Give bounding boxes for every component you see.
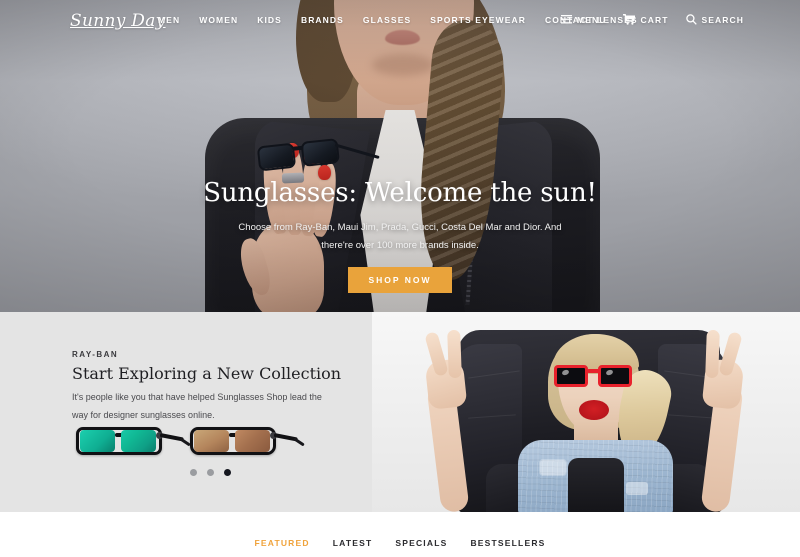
cart-icon xyxy=(623,14,636,25)
carousel-dot-2[interactable] xyxy=(207,469,214,476)
promo-eyebrow: RAY-BAN xyxy=(72,350,119,359)
model2-black-top xyxy=(568,458,624,512)
model2-red-sunglasses xyxy=(554,362,638,392)
nav-item-sports-eyewear[interactable]: SPORTS EYEWEAR xyxy=(430,15,526,25)
search-button-label: SEARCH xyxy=(701,14,744,25)
carousel-dots xyxy=(190,469,231,476)
search-button[interactable]: SEARCH xyxy=(685,14,745,25)
promo-body: It's people like you that have helped Su… xyxy=(72,392,322,420)
site-logo[interactable]: Sunny Day xyxy=(70,11,166,31)
cart-button-label: CART xyxy=(640,14,669,25)
red-sunglasses-lens-right xyxy=(598,365,632,387)
sunglasses-temple-tip xyxy=(293,437,305,447)
hero-title: Sunglasses: Welcome the sun! xyxy=(203,178,597,208)
product-tabs-bar: FEATURED LATEST SPECIALS BESTSELLERS xyxy=(0,512,800,557)
carousel-dot-3[interactable] xyxy=(224,469,231,476)
promo-title: Start Exploring a New Collection xyxy=(72,364,342,383)
denim-distress-patch xyxy=(626,482,648,495)
product-sunglasses-copper-lens[interactable] xyxy=(190,424,305,462)
top-navigation-bar: Sunny Day MEN WOMEN KIDS BRANDS GLASSES … xyxy=(0,0,800,44)
tab-specials[interactable]: SPECIALS xyxy=(395,538,447,548)
promo-photo-panel xyxy=(372,312,800,512)
promo-text-panel: RAY-BAN Start Exploring a New Collection… xyxy=(0,312,372,512)
peace-sign-finger xyxy=(705,329,720,379)
nav-item-glasses[interactable]: GLASSES xyxy=(363,15,411,25)
denim-distress-patch xyxy=(540,460,566,475)
peace-sign-finger xyxy=(447,329,462,379)
tab-latest[interactable]: LATEST xyxy=(333,538,373,548)
shop-now-button[interactable]: SHOP NOW xyxy=(348,267,452,294)
menu-button-label: MENU xyxy=(577,14,607,25)
carousel-dot-1[interactable] xyxy=(190,469,197,476)
promo-product-images xyxy=(68,420,348,466)
hero-copy-block: Sunglasses: Welcome the sun! Choose from… xyxy=(0,0,800,312)
hero-banner: Sunglasses: Welcome the sun! Choose from… xyxy=(0,0,800,312)
utility-nav: MENU CART SEARCH xyxy=(561,14,744,25)
nav-item-brands[interactable]: BRANDS xyxy=(301,15,344,25)
page-root: Sunglasses: Welcome the sun! Choose from… xyxy=(0,0,800,557)
cart-button[interactable]: CART xyxy=(623,14,668,25)
tab-bestsellers[interactable]: BESTSELLERS xyxy=(470,538,545,548)
sunglasses-lens-left xyxy=(194,430,229,452)
nav-item-women[interactable]: WOMEN xyxy=(199,15,238,25)
sunglasses-lens-right xyxy=(121,430,156,452)
menu-button[interactable]: MENU xyxy=(561,15,606,25)
model2-red-lips xyxy=(579,400,609,420)
sunglasses-lens-right xyxy=(235,430,270,452)
search-icon xyxy=(685,14,697,25)
red-sunglasses-lens-left xyxy=(554,365,588,387)
nav-item-men[interactable]: MEN xyxy=(158,15,180,25)
hero-subtitle: Choose from Ray-Ban, Maui Jim, Prada, Gu… xyxy=(238,222,562,251)
hamburger-icon xyxy=(561,15,573,24)
sunglasses-lens-left xyxy=(80,430,115,452)
tab-featured[interactable]: FEATURED xyxy=(254,538,309,548)
product-tabs: FEATURED LATEST SPECIALS BESTSELLERS xyxy=(254,522,545,548)
product-sunglasses-green-mirror[interactable] xyxy=(76,424,191,462)
promo-section: RAY-BAN Start Exploring a New Collection… xyxy=(0,312,800,512)
nav-item-kids[interactable]: KIDS xyxy=(257,15,282,25)
